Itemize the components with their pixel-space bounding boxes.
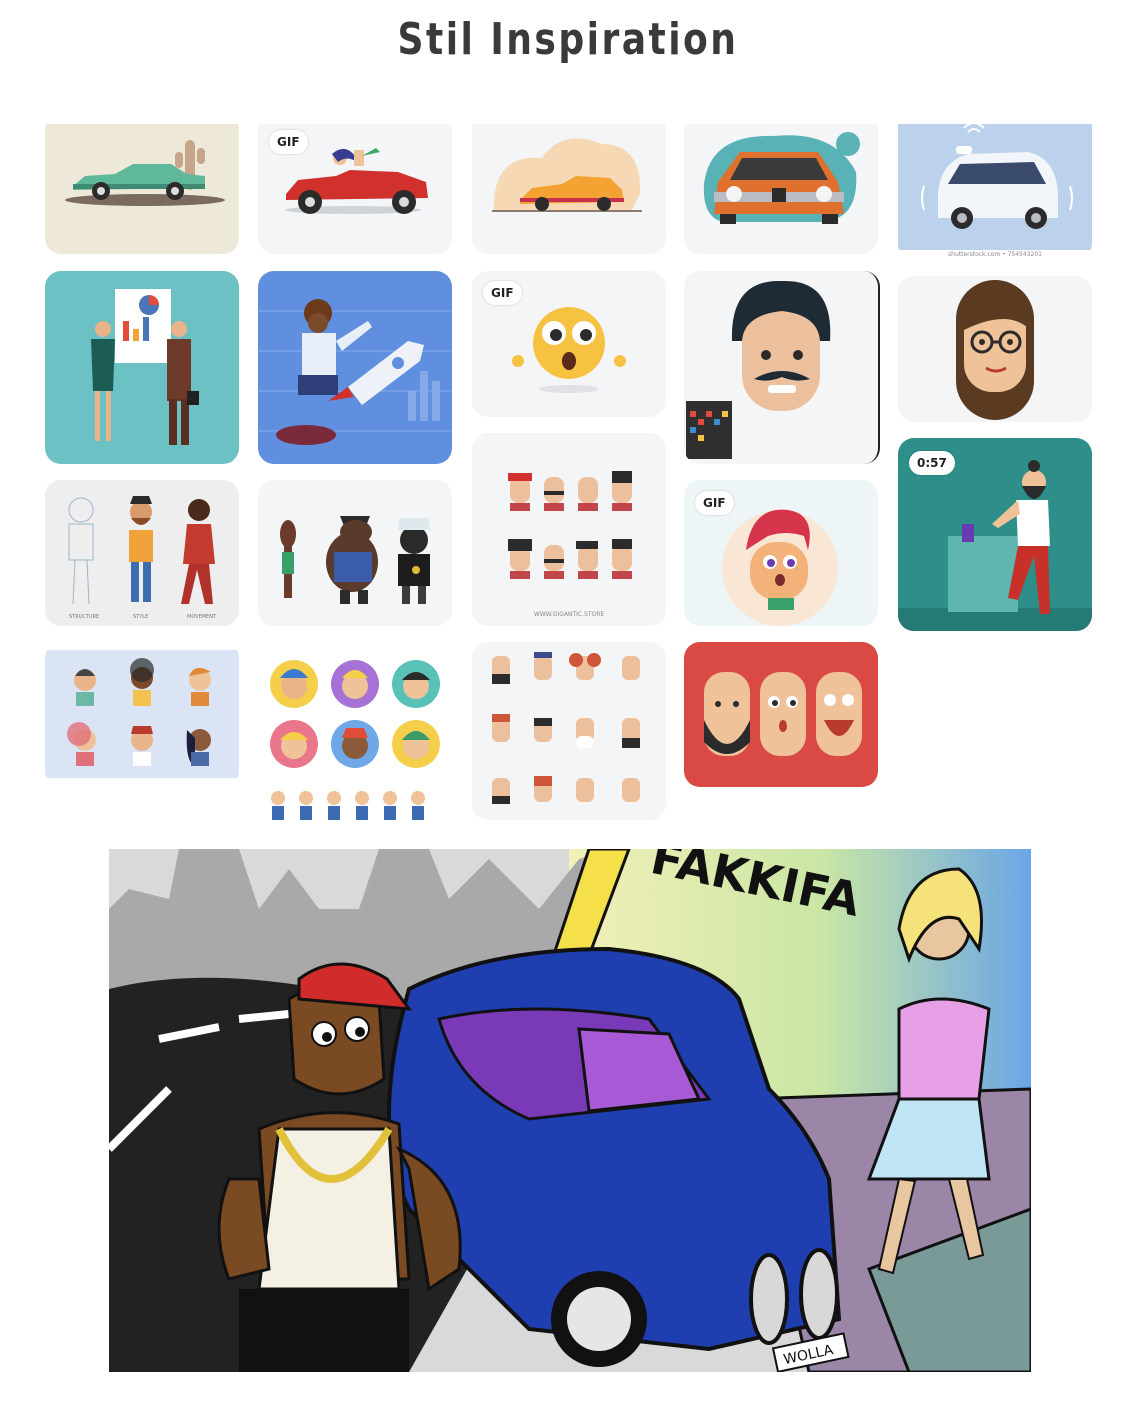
green-car-image — [65, 140, 225, 206]
caption-movement: MOVEMENT — [187, 614, 217, 620]
pin-round-avatars[interactable] — [258, 642, 452, 820]
pin-three-heads[interactable] — [684, 642, 878, 787]
gif-badge: GIF — [269, 130, 308, 154]
pin-bearded-man-video[interactable]: 0:57 — [898, 438, 1092, 631]
caption-structure: STRUCTURE — [69, 614, 100, 620]
pin-rocket-businessman[interactable] — [258, 271, 452, 464]
orange-bmw-image — [703, 132, 860, 224]
pin-character-stages[interactable]: STRUCTURE STYLE MOVEMENT — [45, 480, 239, 626]
head-variations-image — [508, 471, 632, 579]
comic-scene-image: FAKKIFA WOLLA — [109, 849, 1031, 1372]
pin-green-car[interactable] — [45, 124, 239, 254]
pin-avatar-grid-blue[interactable] — [45, 642, 239, 787]
smart-car-credit: shutterstock.com • 754543201 — [948, 251, 1042, 258]
business-people-image — [91, 289, 199, 445]
pin-boy-avatar[interactable]: GIF — [684, 480, 878, 626]
pin-orange-bmw[interactable] — [684, 124, 878, 254]
pin-mustache-man[interactable] — [684, 271, 880, 464]
video-duration-badge: 0:57 — [909, 451, 955, 475]
avatar-grid-image — [67, 658, 211, 766]
head-variations-credit: WWW.GIGANTIC.STORE — [533, 611, 605, 618]
gif-badge: GIF — [483, 281, 522, 305]
smart-car-image — [921, 124, 1073, 229]
round-avatars-image — [270, 660, 440, 820]
pin-business-people[interactable] — [45, 271, 239, 464]
gif-badge: GIF — [695, 491, 734, 515]
character-stages-image — [68, 496, 215, 605]
pin-shocked-emoji[interactable]: GIF — [472, 271, 666, 417]
pin-animal-characters[interactable] — [258, 480, 452, 626]
caption-style: STYLE — [133, 614, 149, 620]
mustache-man-image — [686, 280, 831, 459]
rocket-businessman-image — [258, 299, 452, 445]
glasses-woman-image — [956, 280, 1034, 420]
comic-illustration: FAKKIFA WOLLA — [109, 849, 1031, 1372]
page-title: Stil Inspiration — [397, 14, 739, 65]
pin-red-convertible[interactable]: GIF — [258, 124, 452, 254]
pin-head-variations[interactable]: WWW.GIGANTIC.STORE — [472, 433, 666, 626]
animal-characters-image — [280, 516, 430, 604]
pin-glasses-woman[interactable] — [898, 276, 1092, 422]
orange-sedan-image — [492, 138, 642, 212]
pin-orange-sedan[interactable] — [472, 124, 666, 254]
pin-board: STRUCTURE STYLE MOVEMENT GIF GIF WWW.GIG… — [38, 124, 1104, 820]
pin-smart-car[interactable]: shutterstock.com • 754543201 — [898, 124, 1092, 260]
three-heads-image — [704, 672, 862, 756]
pin-faces-grid[interactable] — [472, 642, 666, 820]
faces-grid-image — [492, 652, 640, 804]
